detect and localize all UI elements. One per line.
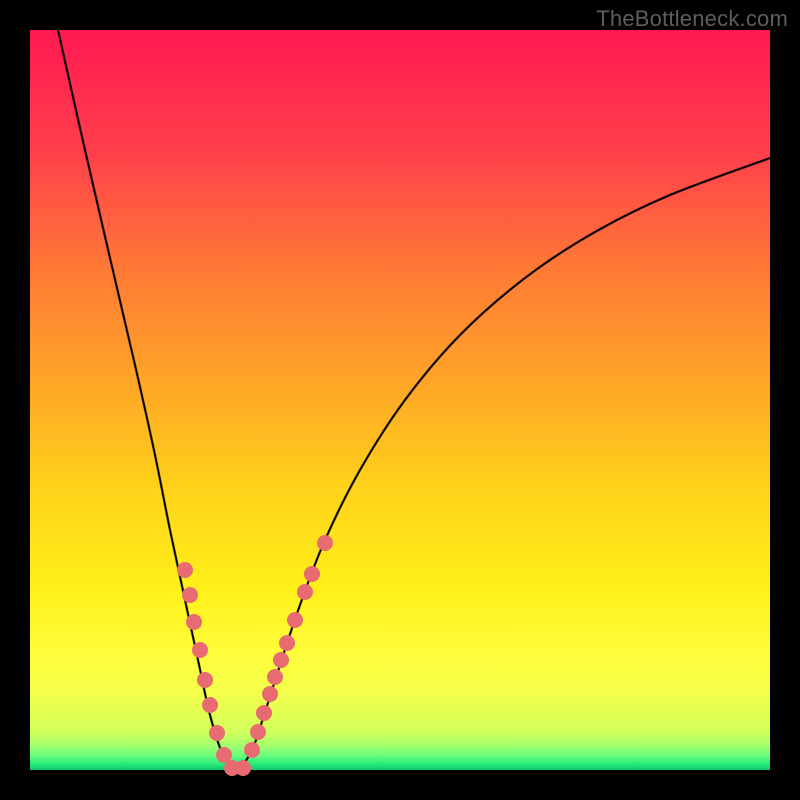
data-dot [202, 697, 218, 713]
data-dot [262, 686, 278, 702]
watermark-label: TheBottleneck.com [596, 6, 788, 32]
data-dot [182, 587, 198, 603]
data-dot [304, 566, 320, 582]
data-dot [186, 614, 202, 630]
bottleneck-curve [58, 30, 770, 770]
data-dot [177, 562, 193, 578]
plot-area [30, 30, 770, 770]
data-dot [279, 635, 295, 651]
data-dot [317, 535, 333, 551]
data-dot [244, 742, 260, 758]
data-dot [235, 760, 251, 776]
curve-layer [30, 30, 770, 770]
data-dot [297, 584, 313, 600]
data-dot [250, 724, 266, 740]
bottleneck-curve-halo [58, 30, 770, 770]
data-dot [273, 652, 289, 668]
data-dot [192, 642, 208, 658]
data-dot [267, 669, 283, 685]
data-dot [209, 725, 225, 741]
data-dot [197, 672, 213, 688]
figure-root: TheBottleneck.com [0, 0, 800, 800]
data-dot [287, 612, 303, 628]
data-dot [256, 705, 272, 721]
